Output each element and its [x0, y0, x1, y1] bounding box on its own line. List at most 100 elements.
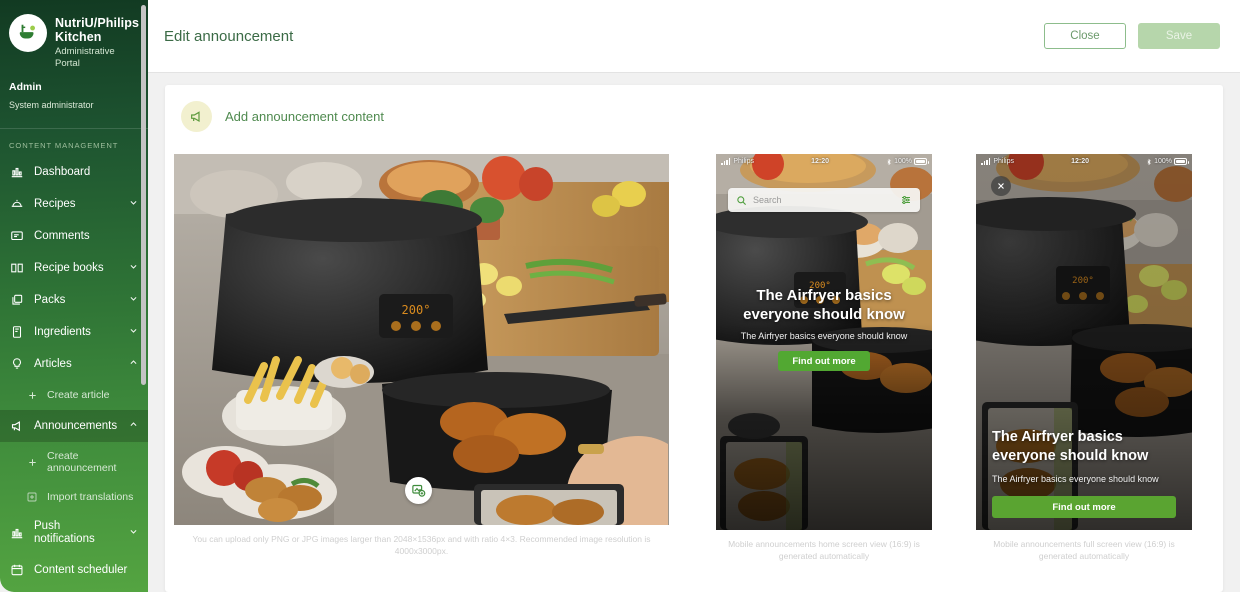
sidebar-item-label: Articles: [34, 357, 72, 370]
recipe-icon: [9, 196, 25, 212]
phone-full-caption: Mobile announcements full screen view (1…: [993, 539, 1175, 561]
phone-home-column: 200° Philips 12:20 100% Search The Airfr…: [694, 154, 954, 562]
card-header: Add announcement content: [165, 85, 1223, 132]
status-time: 12:20: [811, 158, 829, 165]
sidebar-scrollbar-thumb[interactable]: [141, 5, 146, 385]
phone-full-preview: 200°: [976, 154, 1192, 530]
comment-icon: [9, 228, 25, 244]
find-out-more-button[interactable]: Find out more: [778, 351, 870, 371]
promo-title: The Airfryer basics everyone should know: [992, 429, 1149, 464]
bulb-icon: [9, 356, 25, 372]
calendar-icon: [9, 562, 25, 578]
sidebar-item-label: Comments: [34, 229, 90, 242]
filter-sliders-icon[interactable]: [900, 194, 912, 206]
battery-icon: [1174, 158, 1189, 165]
status-time: 12:20: [1071, 158, 1089, 165]
battery-percent: 100%: [1154, 158, 1172, 165]
chevron-down-icon[interactable]: [129, 527, 139, 539]
sidebar-item-label: Push notifications: [34, 520, 95, 545]
close-icon[interactable]: [991, 176, 1011, 196]
admin-role: System administrator: [9, 100, 94, 110]
packs-icon: [9, 292, 25, 308]
sidebar-item-label: Recipe books: [34, 261, 104, 274]
promo-title: The Airfryer basics everyone should know: [743, 287, 905, 323]
chart-bar-icon: [9, 164, 25, 180]
sidebar-subitem-label: Create announcement: [47, 450, 117, 474]
chevron-down-icon[interactable]: [129, 198, 139, 210]
search-icon: [737, 195, 747, 205]
phone-status-bar: Philips 12:20 100%: [716, 154, 932, 169]
chevron-up-icon[interactable]: [129, 420, 139, 432]
megaphone-icon: [9, 418, 25, 434]
sidebar-item-push-notifications[interactable]: Push notifications: [0, 512, 148, 554]
chevron-down-icon[interactable]: [129, 294, 139, 306]
brand-name: NutriU/Philips Kitchen: [55, 16, 140, 44]
sidebar-subitem-create-article[interactable]: Create article: [0, 380, 148, 410]
save-button[interactable]: Save: [1138, 23, 1220, 49]
status-left: Philips: [981, 158, 1014, 165]
chevron-down-icon[interactable]: [129, 326, 139, 338]
ingredients-icon: [9, 324, 25, 340]
phone-status-bar: Philips 12:20 100%: [976, 154, 1192, 169]
sidebar-subitem-import-translations[interactable]: Import translations: [0, 482, 148, 512]
hero-column: 200° You can upload only PNG or JPG imag…: [174, 154, 694, 562]
promo-block-full: The Airfryer basics everyone should know…: [976, 428, 1192, 518]
phone-home-preview: 200° Philips 12:20 100% Search The Airfr…: [716, 154, 932, 530]
sidebar-item-packs[interactable]: Packs: [0, 284, 148, 316]
status-right: 100%: [1146, 158, 1189, 166]
brand-block: NutriU/Philips Kitchen Administrative Po…: [0, 0, 148, 74]
sidebar-item-recipe-books[interactable]: Recipe books: [0, 252, 148, 284]
app-root: NutriU/Philips Kitchen Administrative Po…: [0, 0, 1240, 592]
sidebar-item-announcements[interactable]: Announcements: [0, 410, 148, 442]
sidebar-section-label: CONTENT MANAGEMENT: [9, 141, 119, 150]
sidebar-item-comments[interactable]: Comments: [0, 220, 148, 252]
status-left: Philips: [721, 158, 754, 165]
search-input[interactable]: Search: [728, 188, 920, 212]
sidebar-item-label: Dashboard: [34, 165, 91, 178]
brand-subtitle: Administrative Portal: [55, 46, 115, 69]
promo-subtitle: The Airfryer basics everyone should know: [992, 474, 1159, 484]
phone-full-column: 200°: [954, 154, 1214, 562]
sidebar-item-ingredients[interactable]: Ingredients: [0, 316, 148, 348]
preview-row: 200° You can upload only PNG or JPG imag…: [165, 132, 1223, 562]
sidebar-subitem-label: Import translations: [47, 491, 134, 503]
announcement-image[interactable]: 200°: [174, 154, 669, 525]
sidebar-subitem-label: Create article: [47, 389, 110, 401]
megaphone-icon: [181, 101, 212, 132]
page-title: Edit announcement: [164, 27, 294, 45]
sidebar-item-dashboard[interactable]: Dashboard: [0, 156, 148, 188]
section-title: Add announcement content: [225, 109, 385, 124]
topbar-actions: Close Save: [1044, 23, 1220, 49]
main-area: Edit announcement Close Save Add announc…: [148, 0, 1240, 592]
sidebar-item-content-scheduler[interactable]: Content scheduler: [0, 554, 148, 586]
sidebar-item-label: Ingredients: [34, 325, 91, 338]
sidebar-item-label: Recipes: [34, 197, 76, 210]
find-out-more-button[interactable]: Find out more: [992, 496, 1176, 518]
signal-bars-icon: [981, 158, 991, 165]
svg-text:200°: 200°: [402, 303, 431, 317]
hero-caption: You can upload only PNG or JPG images la…: [192, 534, 651, 556]
sidebar-item-label: Announcements: [34, 419, 118, 432]
search-placeholder: Search: [753, 195, 782, 205]
sidebar: NutriU/Philips Kitchen Administrative Po…: [0, 0, 148, 592]
chevron-down-icon[interactable]: [129, 262, 139, 274]
topbar: Edit announcement Close Save: [148, 0, 1240, 73]
book-icon: [9, 260, 25, 276]
sidebar-item-recipes[interactable]: Recipes: [0, 188, 148, 220]
bluetooth-icon: [1147, 158, 1151, 165]
bluetooth-icon: [887, 158, 891, 165]
carrier-label: Philips: [733, 158, 754, 165]
admin-label: Admin: [9, 81, 42, 93]
plus-icon: [25, 388, 39, 402]
announcement-content-card: Add announcement content 200° You can up…: [165, 85, 1223, 592]
promo-block-home: The Airfryer basics everyone should know…: [716, 286, 932, 371]
battery-percent: 100%: [894, 158, 912, 165]
sidebar-scroll-area: NutriU/Philips Kitchen Administrative Po…: [0, 0, 148, 592]
chevron-up-icon[interactable]: [129, 358, 139, 370]
phone-home-caption: Mobile announcements home screen view (1…: [728, 539, 920, 561]
close-button[interactable]: Close: [1044, 23, 1126, 49]
sidebar-item-articles[interactable]: Articles: [0, 348, 148, 380]
edit-image-button[interactable]: [405, 477, 432, 504]
sidebar-subitem-create-announcement[interactable]: Create announcement: [0, 442, 148, 482]
plus-icon: [25, 455, 39, 469]
